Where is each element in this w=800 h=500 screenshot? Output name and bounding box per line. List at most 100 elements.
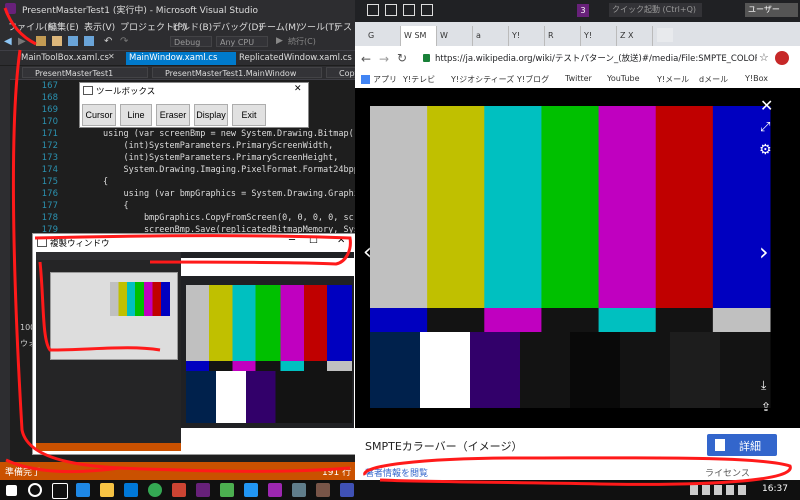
nav-project-combo[interactable]: PresentMasterTest1 xyxy=(22,67,148,78)
platform-combo[interactable]: Any CPU xyxy=(216,36,268,47)
nav-class-combo[interactable]: PresentMasterTest1.MainWindow xyxy=(152,67,322,78)
continue-icon[interactable]: ▶ xyxy=(276,36,286,46)
code-line[interactable]: { xyxy=(103,201,128,211)
screen-icon[interactable] xyxy=(403,4,415,16)
search-circle-icon[interactable] xyxy=(28,483,42,497)
user-label[interactable]: ユーザー xyxy=(745,3,798,17)
forward-arrow-icon[interactable]: → xyxy=(379,52,389,66)
menu-team[interactable]: チーム(M) xyxy=(258,20,300,33)
app-icon[interactable] xyxy=(292,483,306,497)
close-icon[interactable]: ✕ xyxy=(294,84,302,94)
eraser-button[interactable]: Eraser xyxy=(156,104,190,126)
author-info-link[interactable]: 著者情報を閲覧 xyxy=(365,466,428,479)
start-windows-icon[interactable] xyxy=(6,485,17,496)
expand-icon[interactable]: ⤢ xyxy=(760,120,770,135)
menu-tools[interactable]: ツール(T) xyxy=(298,20,338,33)
cast-icon[interactable] xyxy=(385,4,397,16)
code-line[interactable]: using (var bmpGraphics = System.Drawing.… xyxy=(103,189,364,199)
browser-tab[interactable]: W xyxy=(437,26,473,46)
app-icon[interactable] xyxy=(268,483,282,497)
details-button[interactable]: 詳細 xyxy=(707,434,777,456)
bookmark-item[interactable]: Y!メール xyxy=(657,74,689,85)
bookmark-star-icon[interactable]: ☆ xyxy=(759,51,769,64)
bookmark-item[interactable]: Y!ジオシティーズ xyxy=(451,74,514,85)
app-icon[interactable] xyxy=(220,483,234,497)
camera-icon[interactable] xyxy=(367,4,379,16)
grid-icon[interactable] xyxy=(421,4,433,16)
explorer-icon[interactable] xyxy=(100,483,114,497)
tab-replicatedwindow[interactable]: ReplicatedWindow.xaml.cs xyxy=(236,52,355,65)
minimize-icon[interactable]: ─ xyxy=(289,235,295,246)
prev-image-icon[interactable]: ‹ xyxy=(363,240,372,265)
share-icon[interactable]: ⇪ xyxy=(761,400,771,414)
browser-tab[interactable]: R xyxy=(545,26,581,46)
line-button[interactable]: Line xyxy=(120,104,152,126)
forward-arrow-icon[interactable]: ▶ xyxy=(18,36,28,47)
code-line[interactable]: { xyxy=(103,177,108,187)
new-tab-button[interactable] xyxy=(657,28,673,42)
bookmark-item[interactable]: Twitter xyxy=(565,74,592,83)
display-button[interactable]: Display xyxy=(194,104,228,126)
profile-avatar[interactable] xyxy=(775,51,789,65)
app-icon[interactable] xyxy=(244,483,258,497)
close-viewer-icon[interactable]: ✕ xyxy=(760,96,773,115)
app-icon[interactable] xyxy=(172,483,186,497)
code-line[interactable]: bmpGraphics.CopyFromScreen(0, 0, 0, 0, s… xyxy=(103,213,364,223)
gear-icon[interactable]: ⚙ xyxy=(759,142,772,158)
visual-studio-icon[interactable] xyxy=(196,483,210,497)
notification-badge[interactable]: 3 xyxy=(577,4,589,17)
bookmark-item[interactable]: Y!テレビ xyxy=(403,74,435,85)
close-icon[interactable]: ✕ xyxy=(337,235,345,246)
edge-icon[interactable] xyxy=(76,483,90,497)
code-line[interactable]: (int)SystemParameters.PrimaryScreenHeigh… xyxy=(103,153,338,163)
continue-button[interactable]: 続行(C) xyxy=(288,36,316,47)
browser-tab[interactable]: Z X xyxy=(617,26,653,46)
store-icon[interactable] xyxy=(124,483,138,497)
browser-tab[interactable]: Y! xyxy=(581,26,617,46)
browser-tab[interactable]: a xyxy=(473,26,509,46)
browser-tab[interactable]: Y! xyxy=(509,26,545,46)
browser-tab[interactable]: G xyxy=(365,26,401,46)
save-all-icon[interactable] xyxy=(84,36,94,46)
bookmark-item[interactable]: YouTube xyxy=(607,74,640,83)
new-project-icon[interactable] xyxy=(36,36,46,46)
bookmark-item[interactable]: Y!ブログ xyxy=(517,74,549,85)
download-icon[interactable]: ⤓ xyxy=(761,378,766,393)
bookmark-item[interactable]: Y!Box xyxy=(745,74,768,83)
maximize-icon[interactable]: ☐ xyxy=(309,235,318,246)
cursor-button[interactable]: Cursor xyxy=(82,104,116,126)
code-line[interactable]: using (var screenBmp = new System.Drawin… xyxy=(103,129,354,139)
browser-tab-active[interactable]: W SM xyxy=(401,26,437,46)
menu-edit[interactable]: 編集(E) xyxy=(48,20,79,33)
menu-view[interactable]: 表示(V) xyxy=(84,20,115,33)
task-view-icon[interactable] xyxy=(52,483,68,499)
bookmark-item[interactable]: アプリ xyxy=(373,74,397,85)
quick-launch-search[interactable]: クイック起動 (Ctrl+Q) xyxy=(609,3,702,17)
menu-build[interactable]: ビルド(B) xyxy=(172,20,212,33)
code-line[interactable]: System.Drawing.Imaging.PixelFormat.Forma… xyxy=(103,165,364,175)
code-line[interactable]: (int)SystemParameters.PrimaryScreenWidth… xyxy=(103,141,333,151)
open-folder-icon[interactable] xyxy=(52,36,62,46)
chrome-icon[interactable] xyxy=(148,483,162,497)
clock-time[interactable]: 16:37 xyxy=(762,484,788,494)
save-icon[interactable] xyxy=(68,36,78,46)
configuration-combo[interactable]: Debug xyxy=(170,36,212,47)
back-arrow-icon[interactable]: ← xyxy=(361,52,371,66)
address-bar[interactable]: https://ja.wikipedia.org/wiki/テストパターン_(放… xyxy=(435,52,757,66)
apps-grid-icon[interactable] xyxy=(361,75,370,84)
exit-button[interactable]: Exit xyxy=(232,104,266,126)
app-icon[interactable] xyxy=(316,483,330,497)
reload-icon[interactable]: ↻ xyxy=(397,51,407,65)
vs-side-panel-strip[interactable] xyxy=(0,66,10,462)
tray-icons[interactable] xyxy=(690,485,750,495)
redo-icon[interactable]: ↷ xyxy=(120,36,130,47)
bookmark-item[interactable]: dメール xyxy=(699,74,728,85)
back-arrow-icon[interactable]: ◀ xyxy=(4,36,14,47)
undo-icon[interactable]: ↶ xyxy=(104,36,114,47)
tab-close-icon[interactable]: ✕ xyxy=(108,52,115,61)
tab-mainwindow[interactable]: MainWindow.xaml.cs xyxy=(126,52,236,65)
tab-maintoolbox[interactable]: MainToolBox.xaml.cs xyxy=(18,52,112,65)
license-link[interactable]: ライセンス xyxy=(705,466,750,479)
next-image-icon[interactable]: › xyxy=(759,238,769,266)
app-icon[interactable] xyxy=(340,483,354,497)
